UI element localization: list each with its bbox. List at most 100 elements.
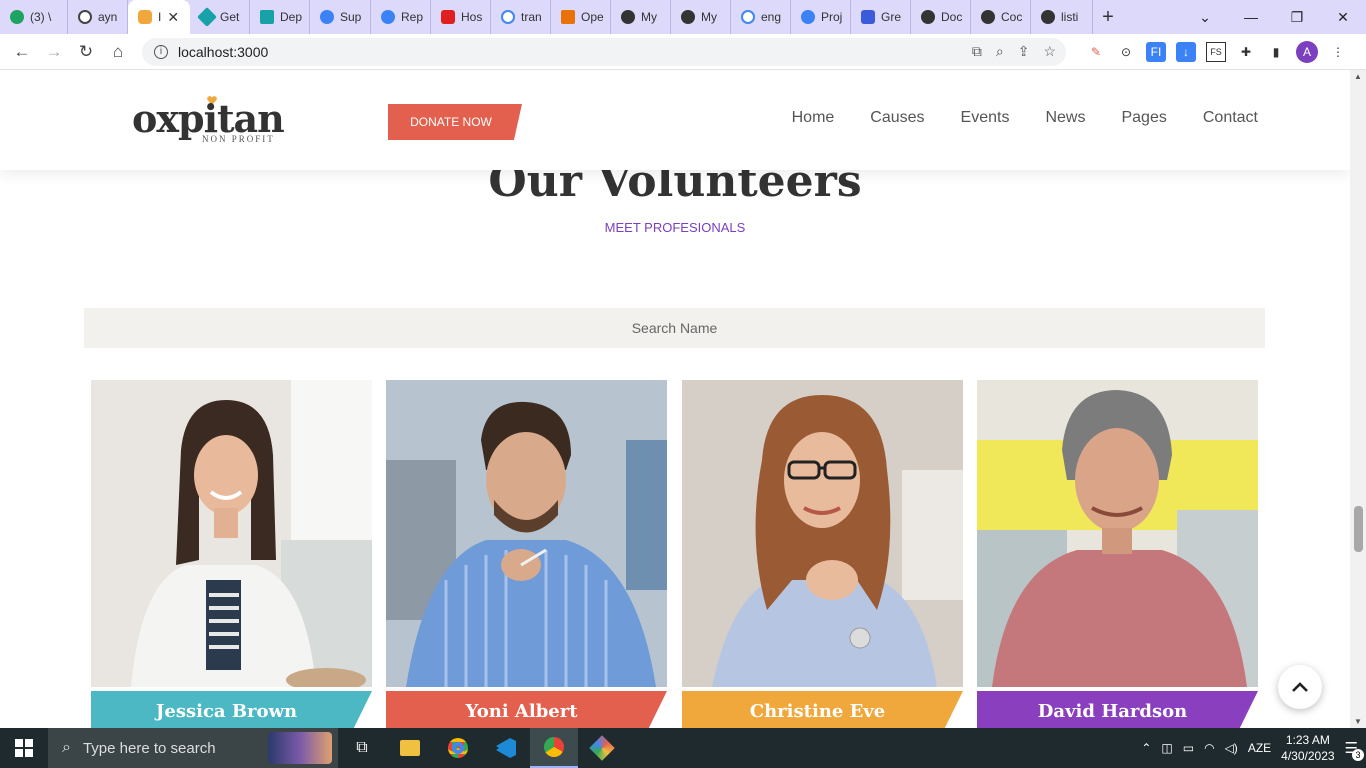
browser-tab[interactable]: Hos xyxy=(431,0,491,34)
browser-tab[interactable]: eng xyxy=(731,0,791,34)
system-tray: ⌃ ◫ ▭ ◠ ◁) AZE 1:23 AM 4/30/2023 ☰ 3 xyxy=(1141,728,1366,768)
browser-tab[interactable]: listi xyxy=(1031,0,1093,34)
color-picker-extension-icon[interactable]: ✎ xyxy=(1086,42,1106,62)
browser-tab[interactable]: Proj xyxy=(791,0,851,34)
chrome-profile-icon[interactable] xyxy=(530,728,578,768)
meet-now-icon[interactable]: ◫ xyxy=(1161,741,1172,755)
forward-button[interactable]: → xyxy=(38,42,70,62)
side-panel-icon[interactable]: ▮ xyxy=(1266,42,1286,62)
browser-tab[interactable]: Rep xyxy=(371,0,431,34)
translate-icon[interactable]: ⧉ xyxy=(972,43,982,60)
site-info-icon[interactable]: i xyxy=(154,45,168,59)
browser-tab[interactable]: Get xyxy=(190,0,250,34)
chrome-icon[interactable] xyxy=(434,728,482,768)
restore-button[interactable]: ❐ xyxy=(1274,9,1320,26)
page-scrollbar[interactable]: ▲ ▼ xyxy=(1350,70,1366,728)
tab-favicon-icon xyxy=(801,10,815,24)
browser-tab[interactable]: tran xyxy=(491,0,551,34)
volunteer-card[interactable]: Yoni Albert xyxy=(386,380,667,728)
donate-now-button[interactable]: DONATE NOW xyxy=(388,104,522,140)
google-icon xyxy=(741,10,755,24)
volunteer-name: Yoni Albert xyxy=(386,691,667,728)
tab-search-icon[interactable]: ⌄ xyxy=(1182,9,1228,26)
menu-kebab-icon[interactable]: ⋮ xyxy=(1328,42,1348,62)
search-name-input[interactable] xyxy=(84,308,1265,348)
taskbar-search-placeholder: Type here to search xyxy=(82,739,216,757)
browser-tab[interactable]: Sup xyxy=(310,0,371,34)
share-icon[interactable]: ⇪ xyxy=(1018,43,1030,60)
nav-events[interactable]: Events xyxy=(961,109,1010,127)
volunteer-card[interactable]: Jessica Brown xyxy=(91,380,372,728)
globe-icon xyxy=(621,10,635,24)
volunteer-card[interactable]: Christine Eve xyxy=(682,380,963,728)
tab-favicon-icon xyxy=(561,10,575,24)
browser-tab[interactable]: Gre xyxy=(851,0,911,34)
language-indicator[interactable]: AZE xyxy=(1248,741,1271,755)
taskbar-search-box[interactable]: ⌕ Type here to search xyxy=(48,728,338,768)
extensions-puzzle-icon[interactable]: ✚ xyxy=(1236,42,1256,62)
browser-tab[interactable]: Coc xyxy=(971,0,1031,34)
tab-favicon-icon xyxy=(197,7,217,27)
volunteer-card[interactable]: David Hardson xyxy=(977,380,1258,728)
close-window-button[interactable]: ✕ xyxy=(1320,9,1366,26)
volunteer-photo xyxy=(91,380,372,687)
chevron-up-icon xyxy=(1292,682,1308,692)
browser-tab[interactable]: ayn xyxy=(68,0,128,34)
scroll-down-arrow-icon[interactable]: ▼ xyxy=(1354,717,1362,726)
back-button[interactable]: ← xyxy=(6,42,38,62)
nav-pages[interactable]: Pages xyxy=(1121,109,1166,127)
volunteer-name: Jessica Brown xyxy=(91,691,372,728)
browser-tab[interactable]: My xyxy=(611,0,671,34)
start-button[interactable] xyxy=(0,728,48,768)
battery-icon[interactable]: ▭ xyxy=(1183,741,1194,755)
address-bar[interactable]: i localhost:3000 ⧉ ⌕ ⇪ ☆ xyxy=(142,38,1066,66)
browser-tab[interactable]: Doc xyxy=(911,0,971,34)
download-extension-icon[interactable]: ↓ xyxy=(1176,42,1196,62)
search-icon: ⌕ xyxy=(62,739,71,756)
fi-extension-icon[interactable]: FI xyxy=(1146,42,1166,62)
clock-date: 4/30/2023 xyxy=(1281,749,1335,763)
close-tab-icon[interactable]: ✕ xyxy=(167,9,179,26)
browser-tab[interactable]: Ope xyxy=(551,0,611,34)
volume-icon[interactable]: ◁) xyxy=(1225,741,1238,755)
bookmark-star-icon[interactable]: ☆ xyxy=(1043,43,1056,60)
minimize-button[interactable]: — xyxy=(1228,9,1274,25)
nav-home[interactable]: Home xyxy=(792,109,835,127)
scrollbar-thumb[interactable] xyxy=(1354,506,1363,552)
browser-tab-bar: (3) \ ayn I ✕ Get Dep Sup Rep Hos tran Op… xyxy=(0,0,1366,34)
file-explorer-icon[interactable] xyxy=(386,728,434,768)
notification-center-icon[interactable]: ☰ 3 xyxy=(1345,739,1364,761)
globe-icon xyxy=(1041,10,1055,24)
task-view-icon[interactable]: ⧉ xyxy=(338,728,386,768)
scroll-to-top-button[interactable] xyxy=(1278,665,1322,709)
tab-favicon-icon xyxy=(10,10,24,24)
nav-contact[interactable]: Contact xyxy=(1203,109,1258,127)
reload-button[interactable]: ↻ xyxy=(70,42,102,62)
git-kraken-icon[interactable] xyxy=(578,728,626,768)
chevron-up-tray-icon[interactable]: ⌃ xyxy=(1141,741,1151,755)
browser-tab[interactable]: Dep xyxy=(250,0,310,34)
site-header: oxpitan NON PROFIT DONATE NOW Home Cause… xyxy=(0,70,1350,170)
browser-tab[interactable]: My xyxy=(671,0,731,34)
scroll-up-arrow-icon[interactable]: ▲ xyxy=(1354,72,1362,81)
code-extension-icon[interactable]: ⊙ xyxy=(1116,42,1136,62)
page-viewport: oxpitan NON PROFIT DONATE NOW Home Cause… xyxy=(0,70,1350,728)
section-subtitle: MEET PROFESIONALS xyxy=(604,220,746,235)
tab-favicon-icon xyxy=(320,10,334,24)
zoom-icon[interactable]: ⌕ xyxy=(996,43,1004,60)
window-controls: ⌄ — ❐ ✕ xyxy=(1182,0,1366,34)
fs-extension-icon[interactable]: FS xyxy=(1206,42,1226,62)
search-highlight-image xyxy=(268,732,332,764)
browser-tab[interactable]: (3) \ xyxy=(0,0,68,34)
browser-tab-active[interactable]: I ✕ xyxy=(128,0,190,34)
clock[interactable]: 1:23 AM 4/30/2023 xyxy=(1281,732,1334,764)
vscode-icon[interactable] xyxy=(482,728,530,768)
volunteer-name: David Hardson xyxy=(977,691,1258,728)
nav-causes[interactable]: Causes xyxy=(870,109,924,127)
tab-favicon-icon xyxy=(861,10,875,24)
new-tab-button[interactable]: + xyxy=(1093,6,1123,29)
wifi-icon[interactable]: ◠ xyxy=(1204,741,1214,755)
home-icon[interactable]: ⌂ xyxy=(102,42,134,62)
nav-news[interactable]: News xyxy=(1045,109,1085,127)
profile-avatar[interactable]: A xyxy=(1296,41,1318,63)
